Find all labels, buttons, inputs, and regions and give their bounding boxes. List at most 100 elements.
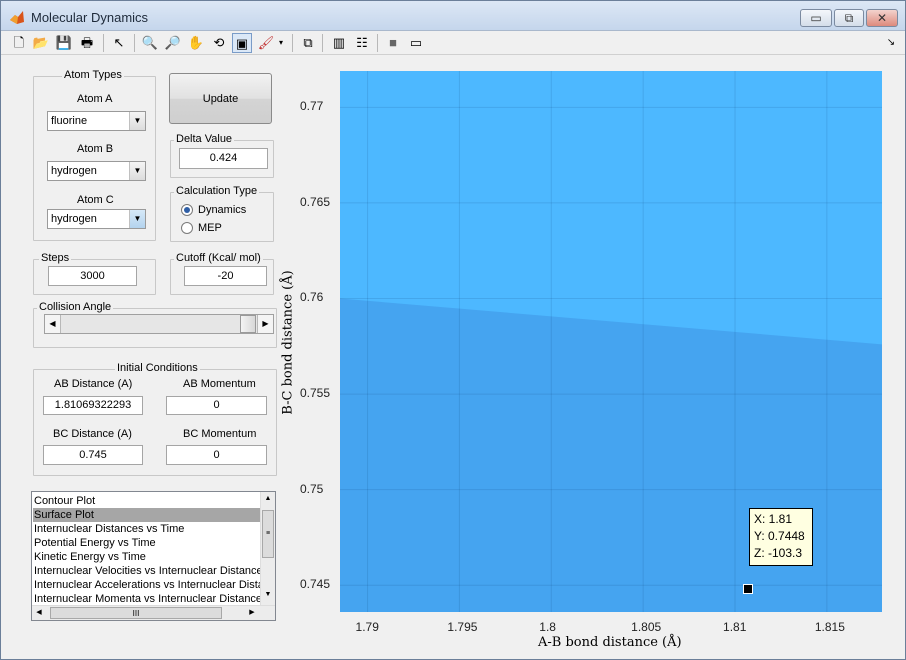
horizontal-scrollbar[interactable]: ◀ III ▶ [32, 605, 275, 620]
toolbar-separator [292, 34, 293, 52]
toolbar-separator [322, 34, 323, 52]
chevron-down-icon: ▼ [129, 112, 145, 130]
plot-type-list[interactable]: Contour Plot Surface Plot Internuclear D… [31, 491, 276, 621]
legend-icon[interactable]: ☷ [352, 33, 372, 53]
bc-distance-field[interactable]: 0.745 [43, 445, 143, 465]
datatip-y: Y: 0.7448 [754, 529, 805, 543]
x-tick-label: 1.815 [814, 620, 845, 634]
atom-c-label: Atom C [77, 194, 114, 206]
datatip[interactable]: X: 1.81 Y: 0.7448 Z: -103.3 [749, 508, 813, 566]
hide-plot-tools-icon[interactable]: ■ [383, 33, 403, 53]
scroll-up-icon[interactable]: ▲ [261, 492, 275, 506]
y-tick-label: 0.765 [300, 194, 331, 209]
atom-a-label: Atom A [77, 93, 113, 105]
steps-field[interactable]: 3000 [48, 266, 137, 286]
print-icon[interactable]: 🖶 [77, 33, 97, 53]
pan-icon[interactable]: ✋ [186, 33, 206, 53]
y-axis-label: B-C bond distance (Å) [280, 270, 296, 415]
initial-conditions-title: Initial Conditions [115, 362, 200, 374]
toolbar-separator [103, 34, 104, 52]
y-tick-label: 0.77 [300, 99, 324, 114]
show-plot-tools-icon[interactable]: ▭ [406, 33, 426, 53]
chevron-down-icon: ▼ [129, 210, 145, 228]
scrollbar-thumb[interactable]: ≡ [262, 510, 274, 558]
atom-types-title: Atom Types [62, 69, 124, 81]
restore-button[interactable]: ⧉ [834, 9, 864, 27]
figure-toolbar: 🗋 📂 💾 🖶 ↖ 🔍 🔎 ✋ ⟲ ▣ 🖌 ▾ ⧉ ▥ ☷ ■ ▭ ↘ [1, 31, 905, 55]
list-item[interactable]: Internuclear Distances vs Time [33, 522, 261, 536]
dock-icon[interactable]: ↘ [881, 33, 901, 53]
datatip-marker[interactable] [742, 584, 753, 595]
brush-icon[interactable]: 🖌 [256, 33, 276, 53]
ab-distance-field[interactable]: 1.81069322293 [43, 396, 143, 415]
scroll-right-icon[interactable]: ▶ [245, 606, 259, 620]
cutoff-field[interactable]: -20 [184, 266, 267, 286]
collision-angle-slider[interactable]: ◀ ▶ [44, 314, 274, 334]
scroll-down-icon[interactable]: ▼ [261, 588, 275, 602]
y-tick-label: 0.755 [300, 386, 331, 401]
link-plot-icon[interactable]: ⧉ [298, 33, 318, 53]
x-tick-label: 1.795 [447, 620, 478, 634]
chevron-down-icon: ▼ [129, 162, 145, 180]
list-item[interactable]: Potential Energy vs Time [33, 536, 261, 550]
dynamics-radio[interactable] [181, 204, 193, 216]
list-item[interactable]: Surface Plot [33, 508, 261, 522]
scrollbar-thumb[interactable]: III [50, 607, 222, 619]
delta-value-title: Delta Value [174, 133, 235, 145]
mep-radio-label[interactable]: MEP [198, 222, 222, 234]
scroll-left-icon[interactable]: ◀ [45, 315, 61, 333]
list-item[interactable]: Kinetic Energy vs Time [33, 550, 261, 564]
bc-momentum-label: BC Momentum [183, 428, 257, 440]
close-button[interactable]: ✕ [866, 9, 898, 27]
slider-thumb[interactable] [240, 315, 256, 333]
atom-c-select[interactable]: hydrogen ▼ [47, 209, 146, 229]
x-tick-label: 1.805 [631, 620, 662, 634]
steps-title: Steps [39, 252, 72, 264]
ab-momentum-label: AB Momentum [183, 378, 256, 390]
brush-dropdown-icon[interactable]: ▾ [276, 33, 286, 53]
ab-momentum-field[interactable]: 0 [166, 396, 267, 415]
cutoff-title: Cutoff (Kcal/ mol) [174, 252, 263, 264]
bc-distance-label: BC Distance (A) [53, 428, 132, 440]
bc-momentum-field[interactable]: 0 [166, 445, 267, 465]
toolbar-separator [377, 34, 378, 52]
x-tick-label: 1.79 [355, 620, 379, 634]
atom-b-label: Atom B [77, 143, 114, 155]
pointer-icon[interactable]: ↖ [109, 33, 129, 53]
datatip-x: X: 1.81 [754, 512, 793, 526]
update-button[interactable]: Update [169, 73, 272, 124]
data-cursor-icon[interactable]: ▣ [232, 33, 252, 53]
colorbar-icon[interactable]: ▥ [329, 33, 349, 53]
zoom-in-icon[interactable]: 🔍 [140, 33, 160, 53]
ab-distance-label: AB Distance (A) [54, 378, 133, 390]
atom-a-select[interactable]: fluorine ▼ [47, 111, 146, 131]
toolbar-separator [134, 34, 135, 52]
dynamics-radio-label[interactable]: Dynamics [198, 204, 246, 216]
zoom-out-icon[interactable]: 🔎 [163, 33, 183, 53]
collision-angle-title: Collision Angle [37, 301, 114, 313]
atom-b-select[interactable]: hydrogen ▼ [47, 161, 146, 181]
minimize-button[interactable]: ▭ [800, 9, 832, 27]
y-tick-label: 0.76 [300, 290, 324, 305]
matlab-app-icon [10, 11, 24, 24]
save-icon[interactable]: 💾 [54, 33, 74, 53]
list-item[interactable]: Internuclear Velocities vs Internuclear … [33, 564, 261, 578]
calculation-type-title: Calculation Type [174, 185, 260, 197]
title-bar[interactable]: Molecular Dynamics ▭ ⧉ ✕ [1, 1, 905, 31]
list-item[interactable]: Internuclear Momenta vs Internuclear Dis… [33, 592, 261, 606]
atom-a-value: fluorine [51, 115, 88, 127]
list-item[interactable]: Internuclear Accelerations vs Internucle… [33, 578, 261, 592]
delta-value-field[interactable]: 0.424 [179, 148, 268, 169]
open-folder-icon[interactable]: 📂 [31, 33, 51, 53]
scroll-right-icon[interactable]: ▶ [257, 315, 273, 333]
new-file-icon[interactable]: 🗋 [9, 33, 29, 53]
vertical-scrollbar[interactable]: ▲ ≡ ▼ [260, 492, 275, 605]
list-item[interactable]: Contour Plot [33, 494, 261, 508]
y-tick-label: 0.745 [300, 577, 331, 592]
rotate-icon[interactable]: ⟲ [209, 33, 229, 53]
main-window: Molecular Dynamics ▭ ⧉ ✕ 🗋 📂 💾 🖶 ↖ 🔍 🔎 ✋… [0, 0, 906, 660]
scroll-left-icon[interactable]: ◀ [32, 606, 46, 620]
mep-radio[interactable] [181, 222, 193, 234]
atom-b-value: hydrogen [51, 165, 97, 177]
datatip-z: Z: -103.3 [754, 546, 803, 560]
